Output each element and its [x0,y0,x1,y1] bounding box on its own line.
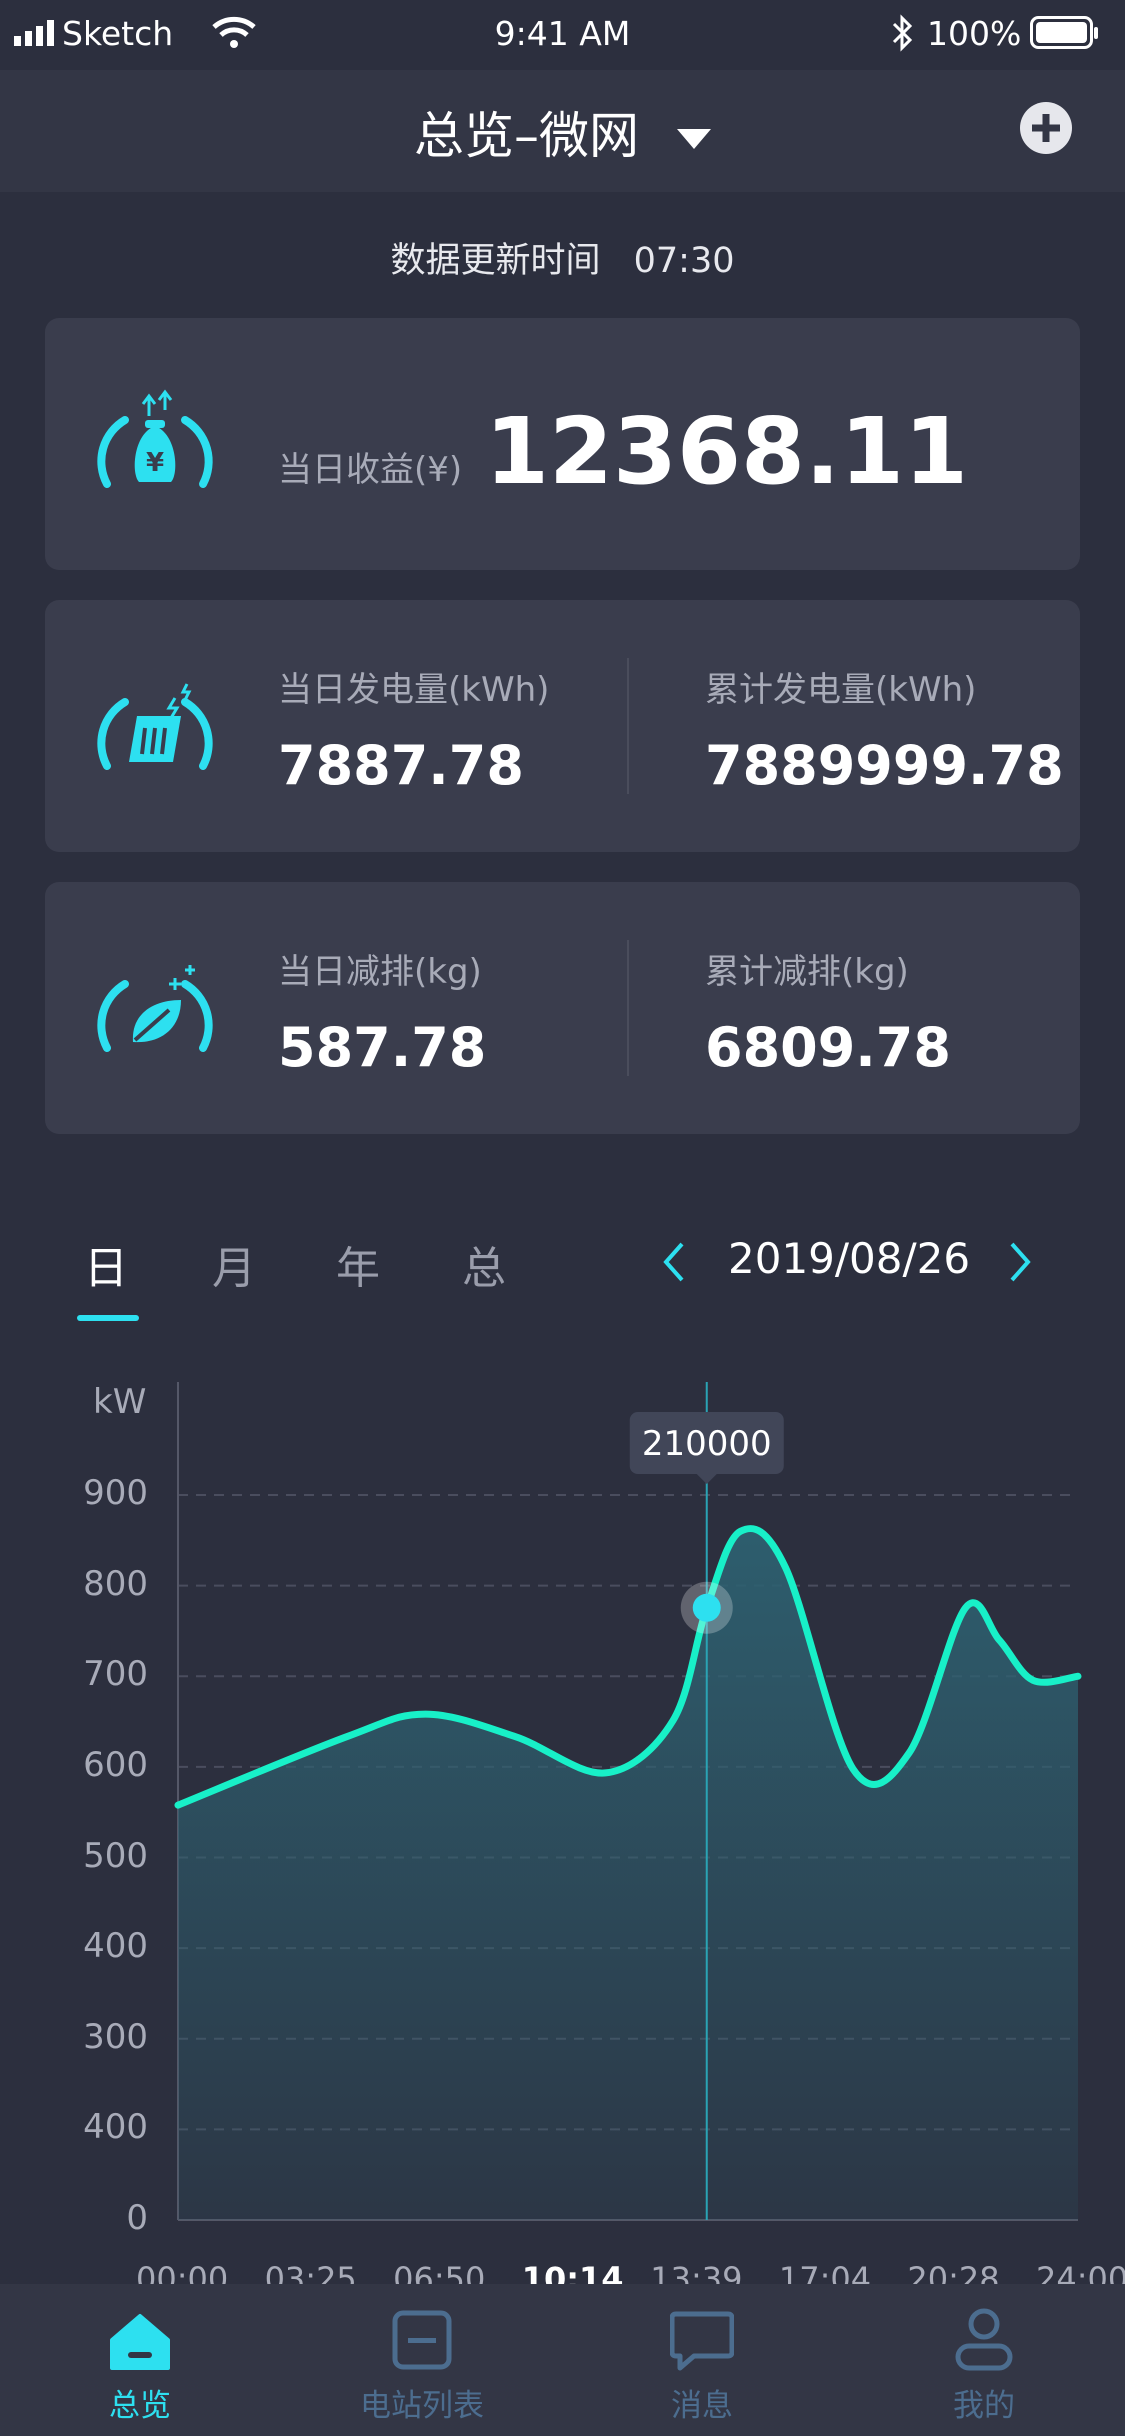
x-tick-label: 13:39 [650,2260,743,2284]
battery-percent: 100% [927,14,1022,53]
total-emission-label: 累计减排(kg) [705,952,909,992]
chevron-down-icon [676,128,711,149]
total-generation-label: 累计发电量(kWh) [705,670,977,710]
profile-icon [955,2308,1013,2371]
station-list-icon [392,2310,452,2370]
power-chart: kW 900 800 700 600 500 400 300 400 0 210000 00:0… [0,1360,1125,2284]
page-title-text: 总览–微网 [414,107,640,165]
x-tick-label: 20:28 [907,2260,1000,2284]
tabbar-item-station-list[interactable]: 电站列表 [322,2284,522,2436]
card-divider [627,658,629,794]
today-generation-label: 当日发电量(kWh) [278,670,550,710]
chart-plot[interactable]: 210000 [0,1360,1125,2284]
emission-card: 当日减排(kg) 587.78 累计减排(kg) 6809.78 [45,882,1080,1134]
add-icon[interactable] [1018,100,1074,156]
tabbar-item-messages[interactable]: 消息 [602,2284,802,2436]
home-icon [110,2314,170,2370]
solar-panel-icon [97,683,213,770]
tab-day[interactable]: 日 [84,1232,128,1296]
x-tick-label: 10:14 [521,2260,624,2284]
x-tick-label: 24:00 [1036,2260,1125,2284]
message-icon [670,2311,734,2371]
prev-date-icon[interactable] [660,1240,688,1284]
money-bag-icon: ¥ [97,389,213,488]
battery-icon [1030,16,1098,49]
header: 总览–微网 [0,70,1125,192]
today-emission-value: 587.78 [278,1016,487,1079]
tooltip-arrow [696,1474,717,1484]
total-emission-value: 6809.78 [705,1016,951,1079]
tab-month[interactable]: 月 [212,1232,256,1296]
total-generation-value: 7889999.78 [705,734,1064,797]
tabbar-item-profile[interactable]: 我的 [884,2284,1084,2436]
status-bar: Sketch 9:41 AM 100% [0,0,1125,70]
x-tick-label: 06:50 [393,2260,486,2284]
today-generation-value: 7887.78 [278,734,524,797]
next-date-icon[interactable] [1006,1240,1034,1284]
income-label: 当日收益(¥) [278,450,463,490]
svg-text:¥: ¥ [146,448,164,478]
tabbar-label-profile: 我的 [953,2388,1015,2424]
today-emission-label: 当日减排(kg) [278,952,482,992]
date-label: 2019/08/26 [728,1234,971,1283]
tabbar-label-overview: 总览 [109,2388,171,2424]
x-tick-label: 00:00 [136,2260,229,2284]
tabbar-label-station-list: 电站列表 [360,2388,484,2424]
leaf-icon [97,965,213,1052]
x-tick-label: 17:04 [778,2260,872,2284]
x-tick-label: 03:25 [264,2260,357,2284]
tab-total[interactable]: 总 [462,1232,506,1296]
update-time-value: 07:30 [633,241,735,281]
tooltip-point [692,1593,721,1622]
tabbar-label-messages: 消息 [671,2388,733,2424]
tooltip-value: 210000 [642,1424,772,1464]
generation-card: 当日发电量(kWh) 7887.78 累计发电量(kWh) 7889999.78 [45,600,1080,852]
update-time-label: 数据更新时间 [390,241,601,281]
tab-bar: 总览 电站列表 消息 我的 [0,2284,1125,2436]
tab-year[interactable]: 年 [336,1232,380,1296]
bluetooth-icon [892,14,913,52]
update-time-row: 数据更新时间 07:30 [0,232,1125,283]
series-area [178,1528,1078,2220]
tabbar-item-overview[interactable]: 总览 [40,2284,240,2436]
page-title[interactable]: 总览–微网 [0,96,1125,168]
income-card: ¥ 当日收益(¥) 12368.11 [45,318,1080,570]
income-value: 12368.11 [485,398,969,505]
tab-active-indicator [77,1315,139,1321]
card-divider [627,940,629,1076]
